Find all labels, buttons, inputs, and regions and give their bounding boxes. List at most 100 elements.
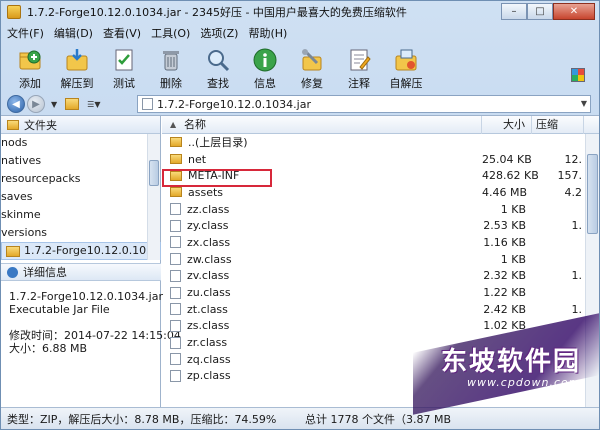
address-dropdown-icon[interactable]: ▼ <box>581 99 587 108</box>
maximize-button[interactable]: □ <box>527 3 553 20</box>
details-panel-title: 详细信息 <box>23 266 67 279</box>
file-size: 2.32 KB <box>483 269 526 283</box>
folder-icon <box>170 154 182 165</box>
file-name-cell: assets <box>162 186 482 199</box>
file-name: zy.class <box>187 219 229 233</box>
view-mode-icon[interactable]: ☰▼ <box>87 100 100 109</box>
file-size: 1 KB <box>500 202 526 216</box>
minimize-button[interactable]: – <box>501 3 527 20</box>
test-icon <box>111 47 137 73</box>
details-spacer <box>9 316 181 329</box>
extract-label: 解压到 <box>60 77 94 90</box>
repair-button[interactable]: 修复 <box>289 43 335 91</box>
info-label: 信息 <box>254 77 276 90</box>
class-file-icon <box>170 369 181 382</box>
tree-item[interactable]: skinme <box>1 206 161 224</box>
history-dropdown-icon[interactable]: ▼ <box>51 100 57 109</box>
file-row[interactable]: zv.class 2.32 KB 1. <box>162 268 599 285</box>
file-row[interactable]: net 25.04 KB 12. <box>162 151 599 168</box>
highlight-annotation <box>162 169 272 187</box>
file-row[interactable]: zu.class 1.22 KB <box>162 284 599 301</box>
file-row[interactable]: zw.class 1 KB <box>162 251 599 268</box>
sfx-label: 自解压 <box>389 77 423 90</box>
sfx-button[interactable]: 自解压 <box>383 43 429 91</box>
file-name: ..(上层目录) <box>188 136 248 150</box>
find-button[interactable]: 查找 <box>195 43 241 91</box>
info-icon <box>252 47 278 73</box>
file-name: zv.class <box>187 269 230 283</box>
menu-bar: 文件(F) 编辑(D) 查看(V) 工具(O) 选项(Z) 帮助(H) <box>1 23 599 43</box>
file-size: 4.46 MB <box>482 185 528 199</box>
file-name: zp.class <box>187 369 231 383</box>
comment-button[interactable]: 注释 <box>336 43 382 91</box>
folder-panel-title: 文件夹 <box>24 118 57 132</box>
add-button[interactable]: 添加 <box>7 43 53 91</box>
test-button[interactable]: 测试 <box>101 43 147 91</box>
file-name-cell: zx.class <box>162 236 482 249</box>
details-size: 大小：6.88 MB <box>9 342 88 355</box>
file-name-cell: ..(上层目录) <box>162 134 482 150</box>
title-bar: 1.7.2-Forge10.12.0.1034.jar - 2345好压 - 中… <box>1 1 599 23</box>
file-list-scroll-thumb[interactable] <box>587 154 598 234</box>
tree-item-label: 1.7.2-Forge10.12.0.1034 <box>24 244 161 257</box>
delete-icon <box>158 47 184 73</box>
file-row[interactable]: zt.class 2.42 KB 1. <box>162 301 599 318</box>
details-content: 1.7.2-Forge10.12.0.1034.jar Executable J… <box>9 290 181 355</box>
menu-edit[interactable]: 编辑(D) <box>54 25 93 41</box>
tree-item[interactable]: saves <box>1 188 161 206</box>
tree-item[interactable]: natives <box>1 152 161 170</box>
tree-scroll-thumb[interactable] <box>149 160 159 186</box>
menu-options[interactable]: 选项(Z) <box>200 25 238 41</box>
menu-help[interactable]: 帮助(H) <box>248 25 287 41</box>
watermark-text: 东坡软件园 <box>441 347 582 377</box>
folder-panel-header[interactable]: 文件夹 <box>1 116 160 134</box>
watermark-url: www.cpdown.com <box>467 376 581 389</box>
column-name-label: 名称 <box>184 118 206 131</box>
file-row[interactable]: zy.class 2.53 KB 1. <box>162 217 599 234</box>
up-folder-icon[interactable] <box>65 98 80 110</box>
folder-icon <box>7 119 19 130</box>
file-row[interactable]: ..(上层目录) <box>162 134 599 151</box>
file-name-cell: net <box>162 153 482 166</box>
tree-item[interactable]: versions <box>1 224 161 242</box>
details-filename: 1.7.2-Forge10.12.0.1034.jar <box>9 290 163 303</box>
tree-item[interactable]: nods <box>1 134 161 152</box>
file-name: net <box>188 152 207 166</box>
column-size[interactable]: 大小 <box>482 116 532 134</box>
tree-item[interactable]: resourcepacks <box>1 170 161 188</box>
file-row[interactable]: zx.class 1.16 KB <box>162 234 599 251</box>
address-input[interactable]: 1.7.2-Forge10.12.0.1034.jar ▼ <box>137 95 591 113</box>
search-icon <box>205 47 231 73</box>
skin-icon[interactable] <box>571 68 585 82</box>
class-file-icon <box>170 303 181 316</box>
back-button[interactable]: ◀ <box>7 95 25 113</box>
forward-button[interactable]: ▶ <box>27 95 45 113</box>
left-pane: 文件夹 nods natives resourcepacks saves ski… <box>1 116 181 408</box>
menu-file[interactable]: 文件(F) <box>7 25 44 41</box>
details-panel-header[interactable]: 详细信息 <box>1 263 161 281</box>
menu-view[interactable]: 查看(V) <box>103 25 141 41</box>
file-ratio: 4.2 <box>564 185 583 199</box>
window-title: 1.7.2-Forge10.12.0.1034.jar - 2345好压 - 中… <box>27 6 407 19</box>
comment-label: 注释 <box>348 77 370 90</box>
file-size: 2.42 KB <box>483 302 526 316</box>
file-name-cell: zw.class <box>162 253 482 266</box>
menu-tools[interactable]: 工具(O) <box>151 25 190 41</box>
tree-item-selected[interactable]: 1.7.2-Forge10.12.0.1034 <box>1 242 161 260</box>
tree-scrollbar[interactable] <box>147 134 160 260</box>
column-name[interactable]: ▲ 名称 <box>162 116 482 134</box>
file-row[interactable]: zz.class 1 KB <box>162 201 599 218</box>
folder-tree: nods natives resourcepacks saves skinme … <box>1 134 161 260</box>
close-button[interactable]: ✕ <box>553 3 595 20</box>
repair-label: 修复 <box>301 77 323 90</box>
delete-button[interactable]: 删除 <box>148 43 194 91</box>
file-ratio: 1. <box>571 269 583 283</box>
sort-up-icon: ▲ <box>170 120 177 129</box>
column-ratio[interactable]: 压缩 <box>532 116 584 134</box>
info-button[interactable]: 信息 <box>242 43 288 91</box>
file-size: 25.04 KB <box>482 152 532 166</box>
class-file-icon <box>170 219 181 232</box>
class-file-icon <box>170 203 181 216</box>
delete-label: 删除 <box>160 77 182 90</box>
extract-button[interactable]: 解压到 <box>54 43 100 91</box>
